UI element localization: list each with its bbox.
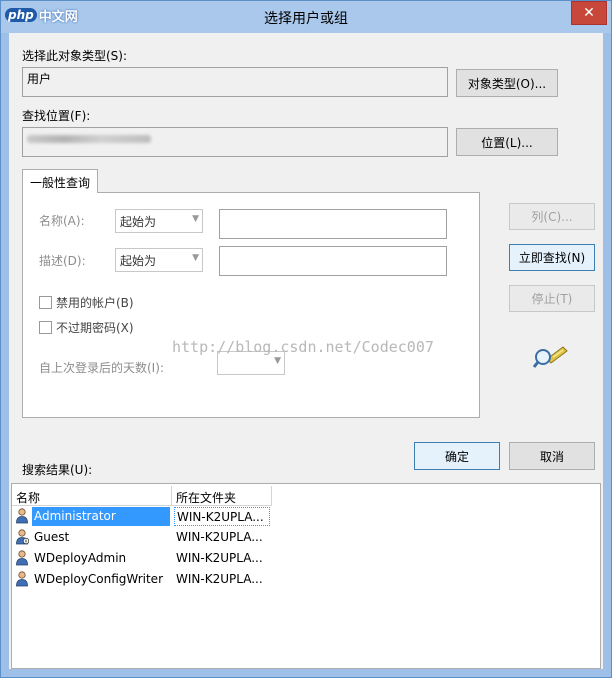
checkbox-box xyxy=(39,296,52,309)
name-mode-select[interactable]: 起始为 ▼ xyxy=(115,209,203,233)
chevron-down-icon: ▼ xyxy=(274,356,281,366)
window-title: 选择用户或组 xyxy=(264,11,348,27)
object-type-field: 用户 xyxy=(22,67,448,97)
row-name: WDeployAdmin xyxy=(34,551,127,565)
column-header-folder[interactable]: 所在文件夹 xyxy=(172,486,272,506)
title-bar[interactable]: php 中文网 选择用户或组 ✕ xyxy=(1,1,611,33)
row-name: Guest xyxy=(34,530,70,544)
row-folder: WIN-K2UPLA... xyxy=(176,530,263,544)
disabled-accounts-label: 禁用的帐户(B) xyxy=(56,296,134,310)
locations-button[interactable]: 位置(L)... xyxy=(456,128,558,156)
search-results-label: 搜索结果(U): xyxy=(22,463,93,477)
name-label: 名称(A): xyxy=(39,214,85,228)
location-field xyxy=(22,127,448,157)
name-mode-value: 起始为 xyxy=(120,215,157,229)
object-types-button[interactable]: 对象类型(O)... xyxy=(456,69,558,97)
table-row[interactable]: Guest WIN-K2UPLA... xyxy=(12,527,272,548)
cancel-button[interactable]: 取消 xyxy=(509,442,595,470)
days-since-logon-label: 自上次登录后的天数(I): xyxy=(39,361,164,375)
find-now-button[interactable]: 立即查找(N) xyxy=(509,244,595,271)
table-row[interactable]: WDeployAdmin WIN-K2UPLA... xyxy=(12,548,272,569)
user-disabled-icon xyxy=(16,529,29,545)
row-name: Administrator xyxy=(32,507,170,526)
user-icon xyxy=(16,571,28,587)
location-label: 查找位置(F): xyxy=(22,109,91,123)
user-icon xyxy=(16,508,28,524)
description-input[interactable] xyxy=(219,246,447,276)
disabled-accounts-checkbox[interactable]: 禁用的帐户(B) xyxy=(39,294,134,311)
search-results-list[interactable]: 名称 所在文件夹 Administrator WIN-K2UPLA... Gue… xyxy=(11,483,601,669)
non-expiring-password-checkbox[interactable]: 不过期密码(X) xyxy=(39,319,134,336)
watermark-text: http://blog.csdn.net/Codec007 xyxy=(172,338,434,356)
search-flashlight-icon xyxy=(533,346,568,368)
chevron-down-icon: ▼ xyxy=(192,214,199,224)
common-queries-panel: 名称(A): 起始为 ▼ 描述(D): 起始为 ▼ 禁用的帐户(B) 不过期密码… xyxy=(22,192,480,418)
description-mode-value: 起始为 xyxy=(120,254,157,268)
column-header-name[interactable]: 名称 xyxy=(12,486,172,506)
row-folder: WIN-K2UPLA... xyxy=(174,507,270,526)
table-row[interactable]: WDeployConfigWriter WIN-K2UPLA... xyxy=(12,569,272,590)
close-button[interactable]: ✕ xyxy=(571,1,607,25)
columns-button[interactable]: 列(C)... xyxy=(509,203,595,230)
dialog-window: php 中文网 选择用户或组 ✕ 选择此对象类型(S): 用户 对象类型(O).… xyxy=(0,0,612,678)
chevron-down-icon: ▼ xyxy=(192,253,199,263)
description-mode-select[interactable]: 起始为 ▼ xyxy=(115,248,203,272)
non-expiring-password-label: 不过期密码(X) xyxy=(56,321,134,335)
row-folder: WIN-K2UPLA... xyxy=(176,551,263,565)
ok-button[interactable]: 确定 xyxy=(414,442,500,470)
dialog-body: 选择此对象类型(S): 用户 对象类型(O)... 查找位置(F): 位置(L)… xyxy=(9,33,603,669)
tab-common-queries[interactable]: 一般性查询 xyxy=(22,169,98,193)
name-input[interactable] xyxy=(219,209,447,239)
object-type-label: 选择此对象类型(S): xyxy=(22,49,128,63)
close-icon: ✕ xyxy=(583,5,595,21)
description-label: 描述(D): xyxy=(39,254,86,268)
user-icon xyxy=(16,550,28,566)
row-folder: WIN-K2UPLA... xyxy=(176,572,263,586)
row-name: WDeployConfigWriter xyxy=(34,572,163,586)
checkbox-box xyxy=(39,321,52,334)
blurred-location-text xyxy=(27,135,151,143)
table-row[interactable]: Administrator WIN-K2UPLA... xyxy=(12,506,272,527)
stop-button[interactable]: 停止(T) xyxy=(509,285,595,312)
